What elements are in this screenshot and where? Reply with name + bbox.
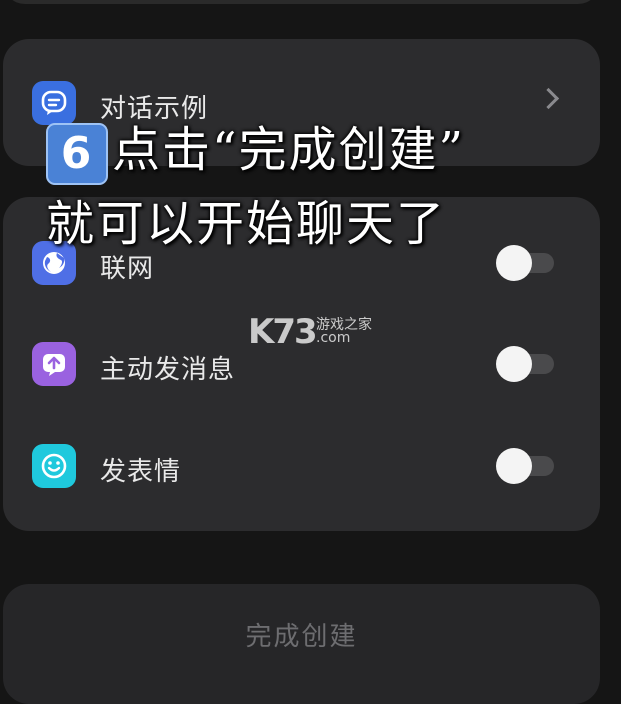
toggle-knob — [496, 346, 532, 382]
proactive-message-label: 主动发消息 — [100, 355, 236, 385]
caption-line-1: 6 点击“完成创建” — [46, 113, 606, 187]
proactive-message-toggle[interactable] — [496, 346, 554, 382]
caption-line-1-text: 点击“完成创建” — [112, 122, 466, 178]
caption-line-2: 就可以开始聊天了 — [46, 196, 447, 252]
watermark-brand: K73 — [248, 312, 318, 352]
tutorial-caption: 6 点击“完成创建” 就可以开始聊天了 — [46, 113, 606, 261]
toggle-knob — [496, 448, 532, 484]
upload-message-icon — [32, 342, 76, 386]
k73-watermark: K73 游戏之家 .com — [248, 312, 372, 352]
previous-card — [3, 0, 600, 4]
step-number-badge: 6 — [46, 122, 108, 185]
emoji-label: 发表情 — [100, 457, 182, 487]
complete-creation-button[interactable]: 完成创建 — [3, 584, 600, 704]
emoji-toggle[interactable] — [496, 448, 554, 484]
watermark-domain: .com — [316, 330, 351, 346]
toggle-row-emoji: 发表情 — [3, 444, 600, 504]
complete-creation-label: 完成创建 — [245, 622, 358, 652]
smiley-icon — [32, 444, 76, 488]
